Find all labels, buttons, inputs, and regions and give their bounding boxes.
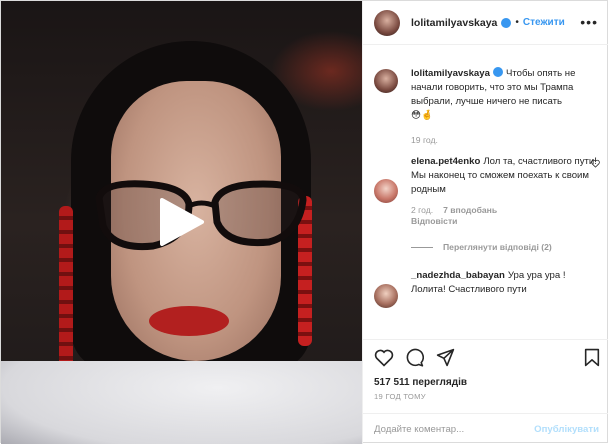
comment-username[interactable]: elena.pet4enko (411, 156, 480, 167)
views-count[interactable]: 517 511 переглядів (374, 377, 467, 388)
caption-avatar[interactable] (374, 69, 398, 93)
verified-badge-icon (501, 17, 512, 28)
comment-body: elena.pet4enko Лол та, счастливого пути! … (411, 155, 600, 197)
avatar[interactable] (374, 9, 400, 36)
action-icons (363, 340, 608, 374)
follow-button[interactable]: Стежити (523, 17, 565, 28)
video-subject-coat (1, 361, 362, 444)
play-icon[interactable] (158, 196, 206, 248)
add-comment-bar: Опублікувати (363, 413, 608, 444)
posted-time[interactable]: 19 ГОД ТОМУ (374, 392, 426, 401)
caption-username[interactable]: lolitamilyavskaya (411, 68, 490, 79)
post-comment-button[interactable]: Опублікувати (534, 424, 599, 435)
video-subject-lips (149, 306, 229, 336)
caption: lolitamilyavskaya Чтобы опять не начали г… (374, 67, 600, 145)
comment-icon[interactable] (405, 348, 424, 367)
save-bookmark-icon[interactable] (584, 348, 600, 367)
like-heart-icon[interactable] (374, 348, 394, 367)
post-header: lolitamilyavskaya • Стежити ••• (363, 1, 608, 45)
reply-button[interactable]: Відповісти (411, 216, 457, 226)
caption-time[interactable]: 19 год. (411, 135, 438, 145)
comment-time[interactable]: 2 год. (411, 205, 433, 215)
video-player[interactable] (1, 1, 362, 444)
comment-username[interactable]: _nadezhda_babayan (411, 270, 505, 281)
comment-item: _nadezhda_babayan Ура ура ура !Лолита! Сч… (374, 269, 600, 308)
view-replies-button[interactable]: Переглянути відповіді (2) (411, 242, 600, 252)
comment-avatar[interactable] (374, 179, 398, 203)
comment-body: _nadezhda_babayan Ура ура ура !Лолита! Сч… (411, 269, 600, 297)
comment-item: elena.pet4enko Лол та, счастливого пути! … (374, 155, 600, 252)
view-replies-label: Переглянути відповіді (2) (443, 242, 552, 252)
caption-emoji: 😳🤞 (411, 110, 433, 121)
caption-meta: 19 год. (411, 135, 600, 145)
add-comment-input[interactable] (374, 423, 535, 435)
comment-meta: 2 год. 7 вподобань Відповісти (411, 205, 600, 226)
comment-avatar[interactable] (374, 284, 398, 308)
post-actions: 517 511 переглядів (363, 339, 608, 388)
caption-body: lolitamilyavskaya Чтобы опять не начали г… (411, 67, 600, 123)
instagram-post: lolitamilyavskaya • Стежити ••• lolitami… (0, 0, 608, 444)
like-comment-heart-icon[interactable] (591, 159, 600, 168)
comment-likes[interactable]: 7 вподобань (443, 205, 497, 215)
verified-badge-icon (492, 67, 503, 77)
share-icon[interactable] (436, 348, 455, 367)
header-separator: • (515, 17, 519, 28)
more-options-icon[interactable]: ••• (580, 15, 598, 29)
comments-list[interactable]: lolitamilyavskaya Чтобы опять не начали г… (363, 45, 608, 339)
header-username[interactable]: lolitamilyavskaya (411, 17, 497, 29)
post-sidebar: lolitamilyavskaya • Стежити ••• lolitami… (362, 1, 608, 444)
view-replies-line (411, 246, 433, 248)
